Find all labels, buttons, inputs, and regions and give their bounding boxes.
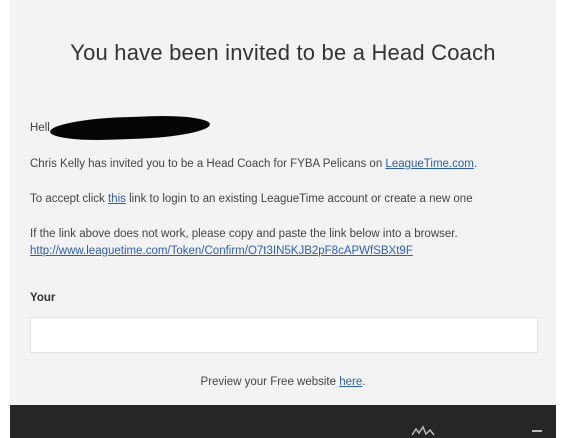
accept-line: To accept click this link to login to an… [30, 193, 473, 205]
your-label: Your [30, 292, 56, 304]
token-link[interactable]: http://www.leaguetime.com/Token/Confirm/… [30, 245, 413, 257]
preview-text: Preview your Free website [200, 376, 340, 388]
invite-text: Chris Kelly has invited you to be a Head… [30, 158, 386, 170]
preview-here-link[interactable]: here [339, 376, 362, 388]
email-body: Hell Chris Kelly has invited you to be a… [10, 92, 556, 405]
greeting-text: Hell [30, 122, 50, 134]
leaguetime-link[interactable]: LeagueTime.com [385, 158, 473, 170]
email-title: You have been invited to be a Head Coach [70, 40, 496, 65]
footer-menu-icon[interactable] [532, 430, 542, 432]
email-frame: You have been invited to be a Head Coach… [10, 0, 556, 438]
preview-suffix: . [362, 376, 366, 388]
invite-line: Chris Kelly has invited you to be a Head… [30, 158, 477, 170]
redaction-mark [49, 114, 211, 142]
accept-suffix: link to login to an existing LeagueTime … [125, 193, 473, 205]
greeting-line: Hell [30, 122, 50, 134]
your-input[interactable] [30, 317, 538, 353]
accept-text: To accept click [30, 193, 108, 205]
preview-line: Preview your Free website here. [10, 376, 556, 388]
fallback-line: If the link above does not work, please … [30, 228, 458, 240]
footer-logo-icon [411, 425, 435, 436]
invite-suffix: . [473, 158, 478, 170]
email-footer [10, 405, 556, 438]
token-line: http://www.leaguetime.com/Token/Confirm/… [30, 245, 413, 257]
email-header: You have been invited to be a Head Coach [10, 0, 556, 93]
accept-link[interactable]: this [108, 193, 126, 205]
